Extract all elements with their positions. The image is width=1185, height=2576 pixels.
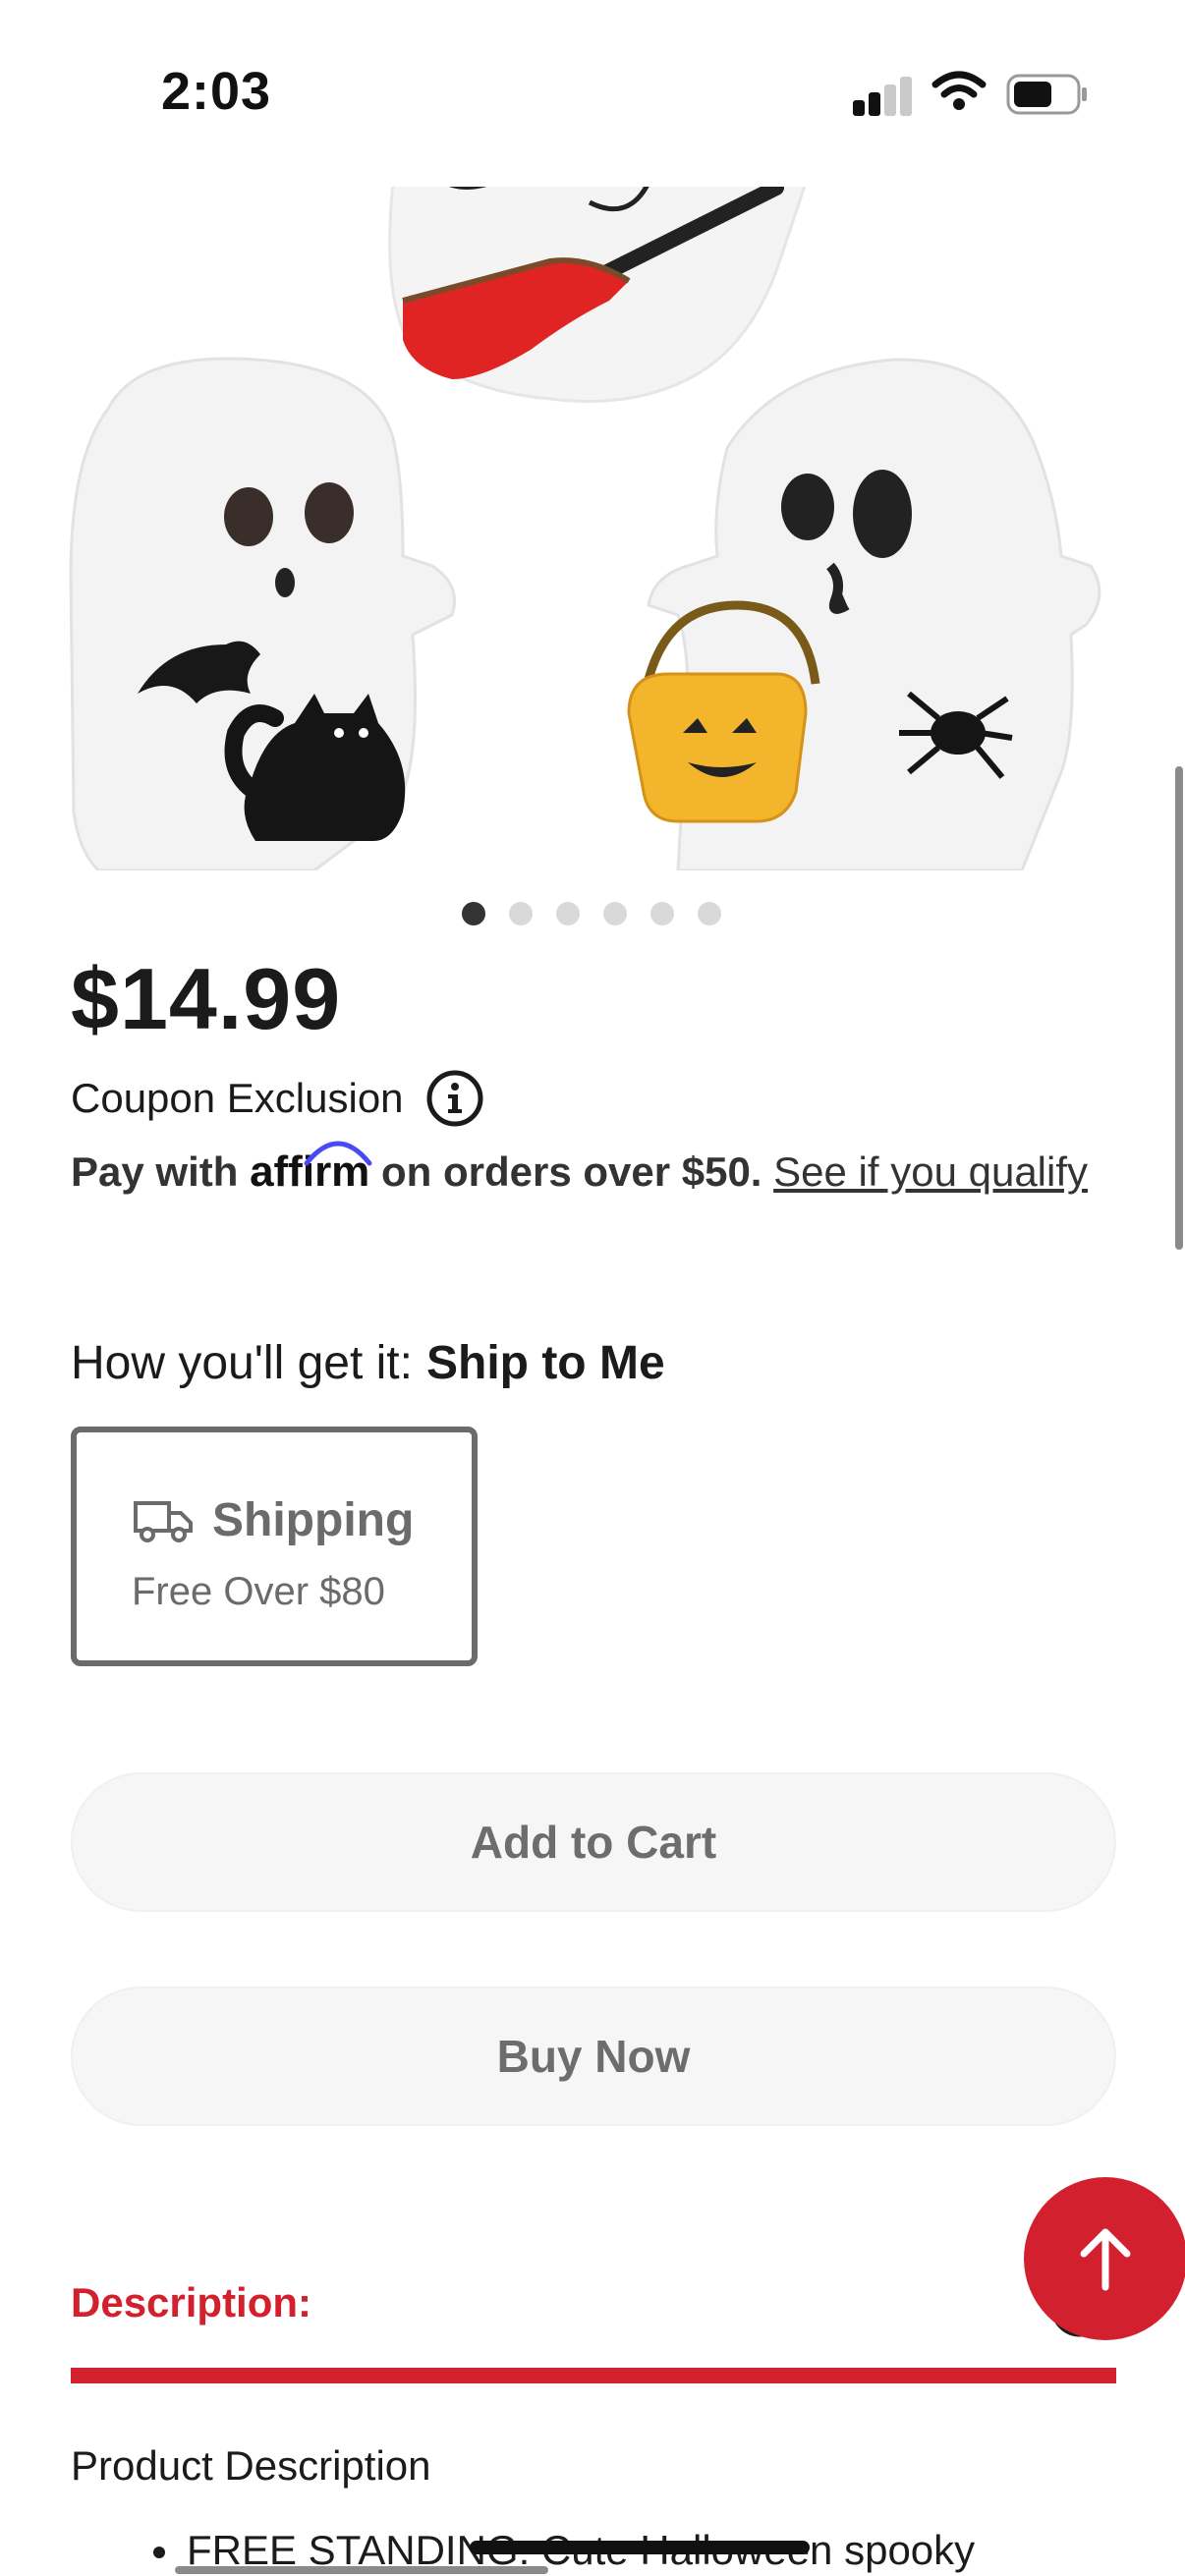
fulfillment-heading: How you'll get it: Ship to Me [71, 1336, 665, 1390]
carousel-dot-3[interactable] [556, 902, 580, 925]
affirm-arc-icon [304, 1141, 372, 1166]
scroll-to-top-button[interactable] [1024, 2177, 1185, 2340]
carousel-dot-1[interactable] [462, 902, 485, 925]
affirm-qualify-link[interactable]: See if you qualify [773, 1148, 1088, 1195]
affirm-suffix: on orders over $50. [380, 1148, 762, 1195]
product-detail-screen: 2:03 $14.99 Coupon Exclusion Pay with af… [0, 0, 1185, 2576]
carousel-dot-5[interactable] [650, 902, 674, 925]
home-indicator[interactable] [470, 2541, 810, 2554]
status-bar: 2:03 [0, 0, 1185, 187]
status-time: 2:03 [161, 62, 272, 121]
fulfillment-value: Ship to Me [425, 1337, 665, 1389]
add-to-cart-button[interactable]: Add to Cart [71, 1772, 1116, 1912]
affirm-prefix: Pay with [71, 1148, 239, 1195]
shipping-option-card[interactable]: Shipping Free Over $80 [71, 1427, 478, 1666]
shipping-option-subtitle: Free Over $80 [132, 1570, 385, 1613]
carousel-dot-2[interactable] [509, 902, 533, 925]
truck-icon [134, 1500, 193, 1542]
bottom-overlay-line [175, 2566, 548, 2574]
wifi-icon [931, 71, 987, 110]
product-description-subtitle: Product Description [71, 2442, 431, 2489]
fulfillment-label: How you'll get it: [71, 1337, 413, 1389]
carousel-dot-4[interactable] [603, 902, 627, 925]
battery-icon [1006, 74, 1087, 115]
coupon-exclusion-label: Coupon Exclusion [71, 1075, 404, 1121]
product-image[interactable] [0, 183, 1185, 870]
product-price: $14.99 [71, 950, 342, 1047]
buy-now-button[interactable]: Buy Now [71, 1987, 1116, 2126]
scrollbar[interactable] [1175, 766, 1183, 1250]
coupon-exclusion: Coupon Exclusion [71, 1069, 484, 1128]
description-divider [71, 2368, 1116, 2383]
shipping-option-title: Shipping [212, 1494, 415, 1546]
arrow-up-icon [1080, 2228, 1131, 2291]
description-heading[interactable]: Description: [71, 2279, 311, 2326]
bullet-dot [153, 2547, 165, 2558]
affirm-logo: affirm [250, 1141, 372, 1203]
signal-icon [853, 75, 914, 116]
affirm-promo: Pay with affirm on orders over $50. See … [71, 1141, 1093, 1203]
shipping-option-title-row: Shipping [132, 1493, 414, 1547]
info-icon[interactable] [425, 1069, 484, 1128]
carousel-dot-6[interactable] [698, 902, 721, 925]
